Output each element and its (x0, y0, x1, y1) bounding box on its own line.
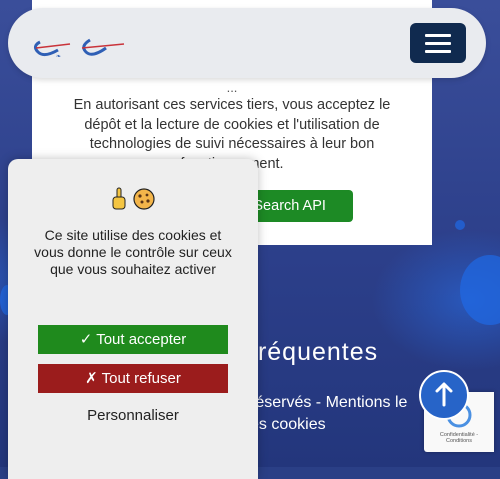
menu-bar (425, 50, 451, 53)
pointing-hand-icon (112, 187, 126, 210)
cookie-banner: Ce site utilise des cookies et vous donn… (8, 159, 258, 479)
footer-line[interactable]: es cookies (250, 414, 407, 436)
site-logo[interactable]: ❧ (30, 32, 130, 64)
hamburger-menu-button[interactable] (410, 23, 466, 63)
paint-splash (455, 220, 465, 230)
recaptcha-text[interactable]: Confidentialité - Conditions (427, 432, 491, 444)
site-header: ❧ (8, 8, 486, 78)
arrow-up-icon (435, 382, 453, 407)
refuse-all-button[interactable]: ✗ Tout refuser (38, 364, 228, 393)
menu-bar (425, 42, 451, 45)
paint-splash (460, 255, 500, 325)
footer-line[interactable]: réservés - Mentions le (250, 392, 407, 414)
footer-links: réservés - Mentions le es cookies (250, 392, 407, 436)
cookie-banner-description: Ce site utilise des cookies et vous donn… (34, 227, 232, 277)
scroll-to-top-button[interactable] (419, 370, 469, 420)
menu-bar (425, 34, 451, 37)
cookie-icon (133, 188, 155, 210)
cookie-banner-icons (8, 187, 258, 213)
accept-all-button[interactable]: ✓ Tout accepter (38, 325, 228, 354)
consent-ellipsis: ... (226, 80, 238, 95)
faq-heading: fréquentes (250, 338, 379, 366)
svg-text:❧: ❧ (56, 54, 61, 60)
customize-button[interactable]: Personnaliser (38, 407, 228, 424)
